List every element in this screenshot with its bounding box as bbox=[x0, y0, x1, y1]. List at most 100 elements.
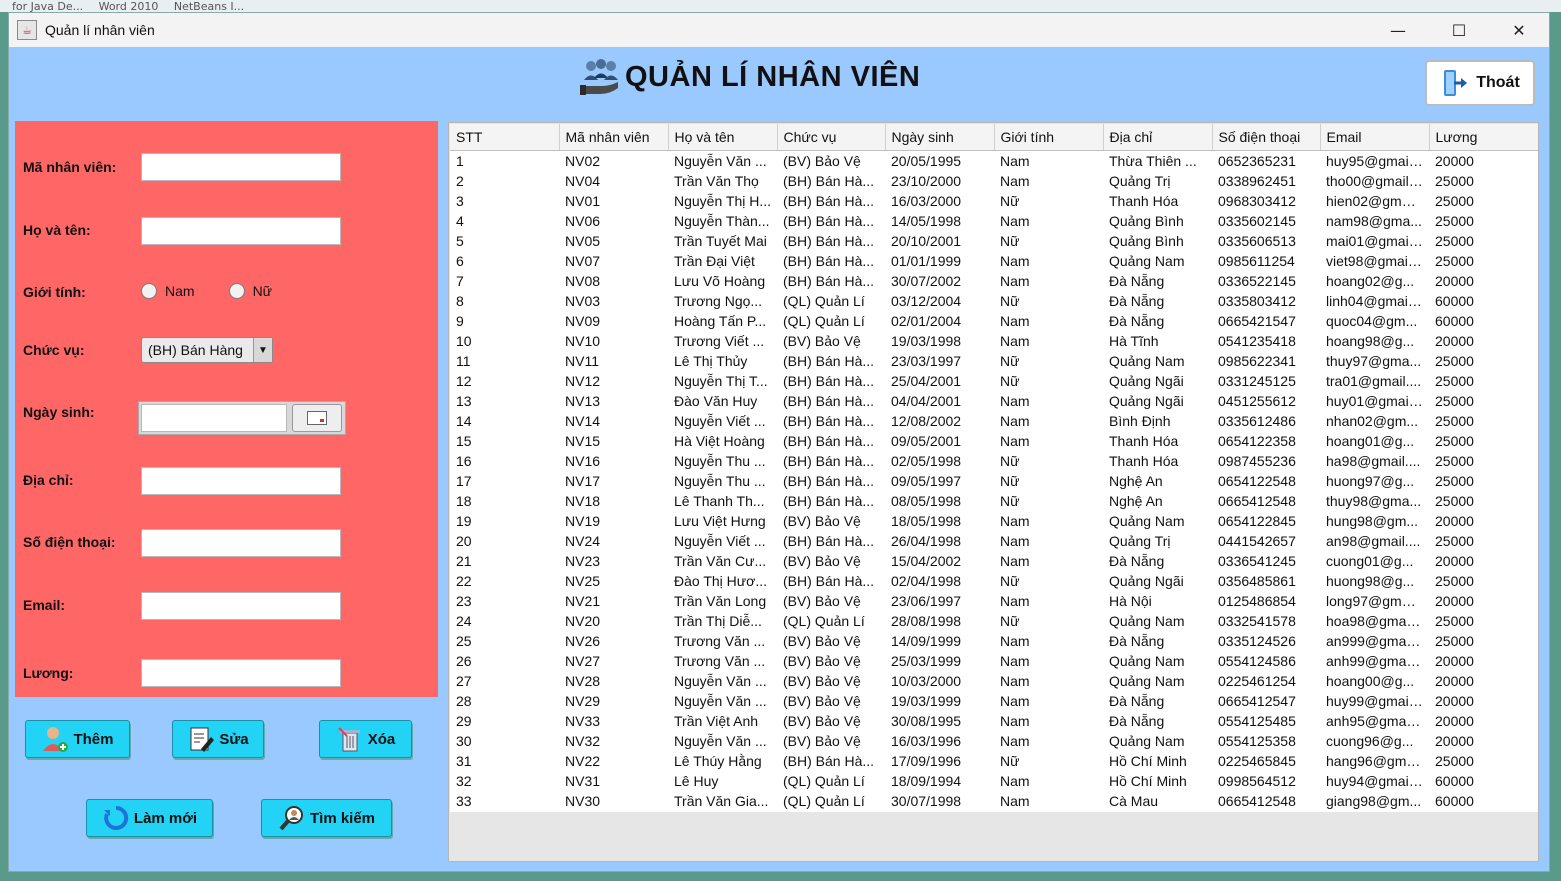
table-cell[interactable]: 0335803412 bbox=[1212, 291, 1320, 311]
table-cell[interactable]: 0987455236 bbox=[1212, 451, 1320, 471]
table-cell[interactable]: 0335124526 bbox=[1212, 631, 1320, 651]
radio-nu[interactable] bbox=[228, 283, 245, 299]
table-cell[interactable]: 14/09/1999 bbox=[885, 631, 994, 651]
table-cell[interactable]: NV13 bbox=[559, 391, 668, 411]
table-cell[interactable]: cuong96@g... bbox=[1320, 731, 1429, 751]
table-cell[interactable]: Nữ bbox=[994, 231, 1103, 251]
table-cell[interactable]: 02/01/2004 bbox=[885, 311, 994, 331]
table-cell[interactable]: 25000 bbox=[1429, 231, 1538, 251]
table-cell[interactable]: 20000 bbox=[1429, 331, 1538, 351]
table-cell[interactable]: Đà Nẵng bbox=[1103, 551, 1212, 571]
table-cell[interactable]: 25000 bbox=[1429, 571, 1538, 591]
table-cell[interactable]: Trần Thị Diễ... bbox=[668, 611, 777, 631]
table-cell[interactable]: Quảng Ngãi bbox=[1103, 571, 1212, 591]
table-cell[interactable]: 0356485861 bbox=[1212, 571, 1320, 591]
table-cell[interactable]: 25000 bbox=[1429, 631, 1538, 651]
table-cell[interactable]: (BH) Bán Hà... bbox=[777, 471, 885, 491]
table-cell[interactable]: 25000 bbox=[1429, 411, 1538, 431]
table-cell[interactable]: hung98@gm... bbox=[1320, 511, 1429, 531]
table-cell[interactable]: 25000 bbox=[1429, 531, 1538, 551]
table-row[interactable]: 21 NV23 Trần Văn Cư... (BV) Bảo Vệ 15/04/200… bbox=[450, 551, 1538, 571]
table-cell[interactable]: Nam bbox=[994, 311, 1103, 331]
table-cell[interactable]: 09/05/2001 bbox=[885, 431, 994, 451]
table-cell[interactable]: Nam bbox=[994, 711, 1103, 731]
table-cell[interactable]: (QL) Quản Lí bbox=[777, 771, 885, 791]
table-row[interactable]: 26 NV27 Trương Văn ... (BV) Bảo Vệ 25/03/199… bbox=[450, 651, 1538, 671]
radio-nam-label[interactable]: Nam bbox=[165, 283, 195, 299]
table-cell[interactable]: NV17 bbox=[559, 471, 668, 491]
table-row[interactable]: 8 NV03 Trương Ngọ... (QL) Quản Lí 03/12/2004… bbox=[450, 291, 1538, 311]
table-cell[interactable]: Bình Định bbox=[1103, 411, 1212, 431]
table-cell[interactable]: (BH) Bán Hà... bbox=[777, 171, 885, 191]
table-cell[interactable]: NV26 bbox=[559, 631, 668, 651]
table-cell[interactable]: NV03 bbox=[559, 291, 668, 311]
table-cell[interactable]: NV10 bbox=[559, 331, 668, 351]
table-cell[interactable]: Hồ Chí Minh bbox=[1103, 751, 1212, 771]
table-cell[interactable]: 25000 bbox=[1429, 751, 1538, 771]
table-cell[interactable]: NV29 bbox=[559, 691, 668, 711]
table-cell[interactable]: NV06 bbox=[559, 211, 668, 231]
table-cell[interactable]: Trần Tuyết Mai bbox=[668, 231, 777, 251]
table-cell[interactable]: (BH) Bán Hà... bbox=[777, 451, 885, 471]
title-bar[interactable]: ☕ Quản lí nhân viên — ☐ ✕ bbox=[9, 13, 1549, 47]
table-cell[interactable]: 33 bbox=[450, 791, 559, 811]
table-cell[interactable]: 0338962451 bbox=[1212, 171, 1320, 191]
table-cell[interactable]: NV07 bbox=[559, 251, 668, 271]
table-cell[interactable]: 25000 bbox=[1429, 451, 1538, 471]
table-cell[interactable]: NV12 bbox=[559, 371, 668, 391]
table-cell[interactable]: giang98@gm... bbox=[1320, 791, 1429, 811]
table-cell[interactable]: 20000 bbox=[1429, 691, 1538, 711]
table-row[interactable]: 25 NV26 Trương Văn ... (BV) Bảo Vệ 14/09/199… bbox=[450, 631, 1538, 651]
table-cell[interactable]: 02/04/1998 bbox=[885, 571, 994, 591]
table-cell[interactable]: NV16 bbox=[559, 451, 668, 471]
table-cell[interactable]: 0985611254 bbox=[1212, 251, 1320, 271]
table-row[interactable]: 31 NV22 Lê Thúy Hằng (BH) Bán Hà... 17/09/19… bbox=[450, 751, 1538, 771]
table-cell[interactable]: 29 bbox=[450, 711, 559, 731]
table-cell[interactable]: 18/09/1994 bbox=[885, 771, 994, 791]
table-cell[interactable]: 60000 bbox=[1429, 771, 1538, 791]
table-cell[interactable]: 19/03/1998 bbox=[885, 331, 994, 351]
exit-button[interactable]: Thoát bbox=[1425, 60, 1535, 106]
table-cell[interactable]: 20000 bbox=[1429, 731, 1538, 751]
table-cell[interactable]: Lê Huy bbox=[668, 771, 777, 791]
table-cell[interactable]: Nghệ An bbox=[1103, 491, 1212, 511]
table-cell[interactable]: Nguyễn Thị T... bbox=[668, 371, 777, 391]
table-cell[interactable]: 32 bbox=[450, 771, 559, 791]
table-cell[interactable]: (BV) Bảo Vệ bbox=[777, 631, 885, 651]
column-header[interactable]: Mã nhân viên bbox=[559, 124, 669, 151]
table-row[interactable]: 14 NV14 Nguyễn Viết ... (BH) Bán Hà... 12/08… bbox=[450, 411, 1538, 431]
table-cell[interactable]: 0125486854 bbox=[1212, 591, 1320, 611]
table-cell[interactable]: 23/10/2000 bbox=[885, 171, 994, 191]
table-cell[interactable]: 03/12/2004 bbox=[885, 291, 994, 311]
table-cell[interactable]: (BH) Bán Hà... bbox=[777, 531, 885, 551]
table-cell[interactable]: 02/05/1998 bbox=[885, 451, 994, 471]
table-cell[interactable]: Nam bbox=[994, 651, 1103, 671]
table-cell[interactable]: hien02@gmai... bbox=[1320, 191, 1429, 211]
table-cell[interactable]: 10 bbox=[450, 331, 559, 351]
table-cell[interactable]: Nguyễn Văn ... bbox=[668, 671, 777, 691]
table-cell[interactable]: Hà Tĩnh bbox=[1103, 331, 1212, 351]
table-cell[interactable]: 5 bbox=[450, 231, 559, 251]
table-cell[interactable]: 0998564512 bbox=[1212, 771, 1320, 791]
table-cell[interactable]: NV15 bbox=[559, 431, 668, 451]
luong-input[interactable] bbox=[141, 659, 341, 687]
table-cell[interactable]: Nam bbox=[994, 251, 1103, 271]
table-cell[interactable]: 18/05/1998 bbox=[885, 511, 994, 531]
table-cell[interactable]: Hà Nội bbox=[1103, 591, 1212, 611]
table-cell[interactable]: (BH) Bán Hà... bbox=[777, 231, 885, 251]
table-cell[interactable]: thuy98@gma... bbox=[1320, 491, 1429, 511]
table-cell[interactable]: NV21 bbox=[559, 591, 668, 611]
chevron-down-icon[interactable]: ▼ bbox=[253, 338, 272, 362]
table-cell[interactable]: Hồ Chí Minh bbox=[1103, 771, 1212, 791]
table-cell[interactable]: 20/05/1995 bbox=[885, 151, 994, 172]
table-cell[interactable]: hoa98@gmail.... bbox=[1320, 611, 1429, 631]
table-cell[interactable]: 0554124586 bbox=[1212, 651, 1320, 671]
table-cell[interactable]: 16 bbox=[450, 451, 559, 471]
ho-ten-input[interactable] bbox=[141, 217, 341, 245]
column-header[interactable]: Email bbox=[1320, 124, 1430, 151]
table-cell[interactable]: 28 bbox=[450, 691, 559, 711]
maximize-button[interactable]: ☐ bbox=[1430, 13, 1488, 47]
table-cell[interactable]: Đà Nẵng bbox=[1103, 631, 1212, 651]
table-cell[interactable]: 0336522145 bbox=[1212, 271, 1320, 291]
radio-nam[interactable] bbox=[141, 283, 157, 299]
